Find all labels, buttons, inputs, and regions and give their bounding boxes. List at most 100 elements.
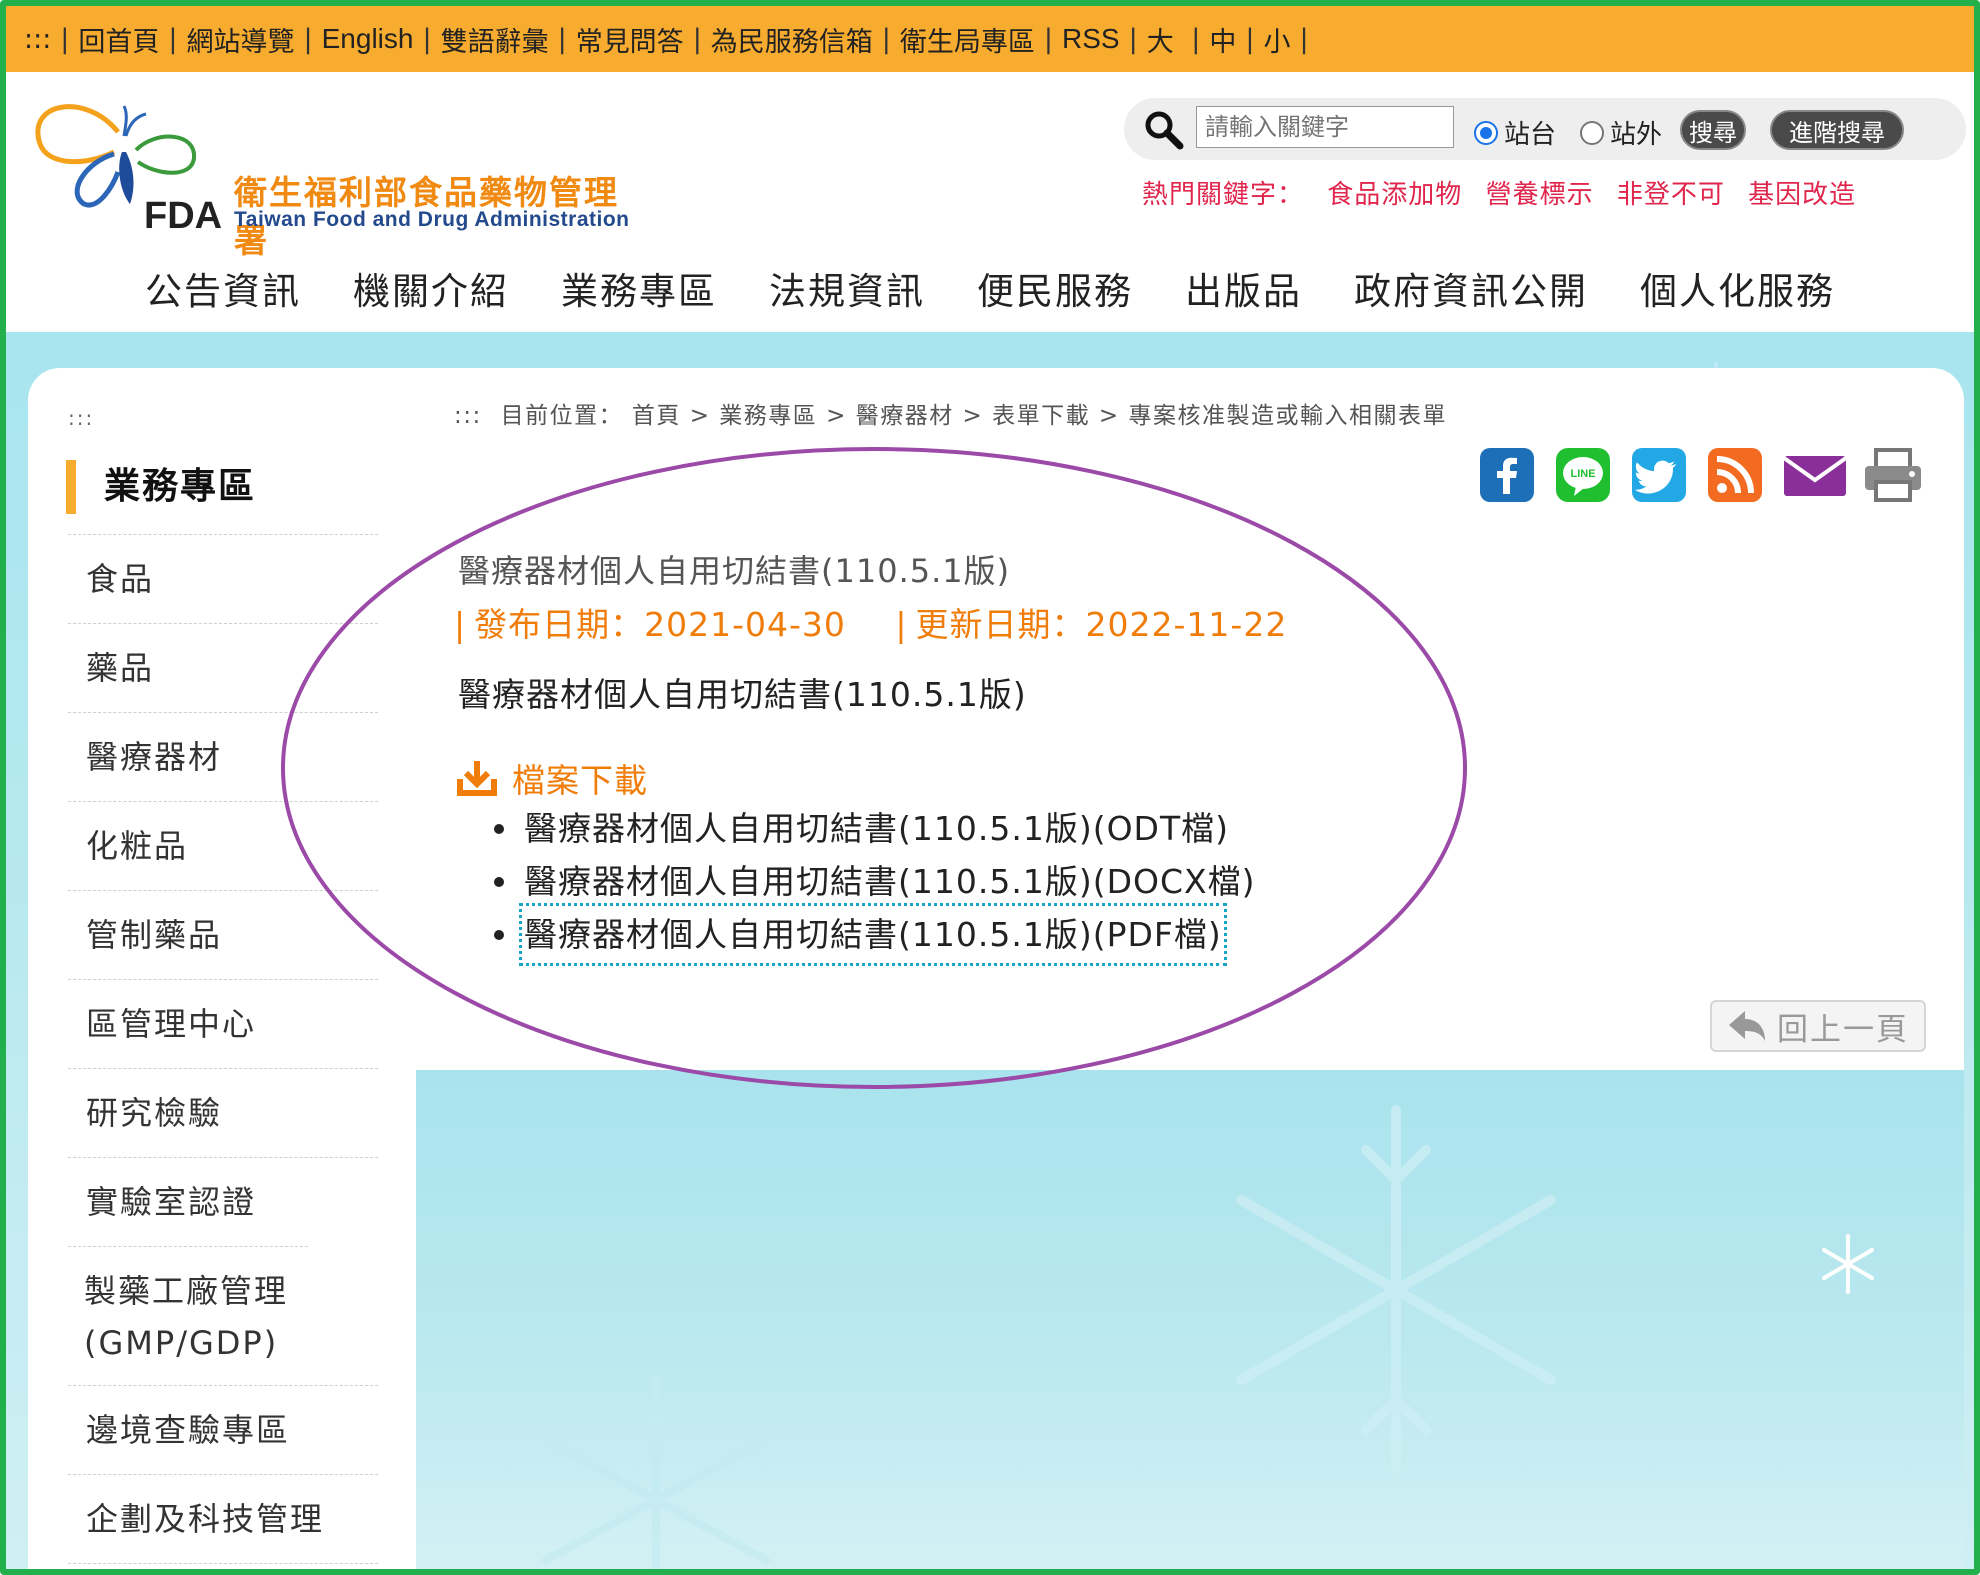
butterfly-logo-icon [35, 104, 197, 208]
sidebar-item-border-inspection[interactable]: 邊境查驗專區 [68, 1385, 378, 1474]
advanced-search-button[interactable]: 進階搜尋 [1770, 110, 1904, 150]
breadcrumb-separator: > [826, 403, 856, 429]
faq-link[interactable]: 常見問答 [576, 20, 684, 59]
rss-link[interactable]: RSS [1062, 23, 1120, 55]
nav-publications[interactable]: 出版品 [1159, 252, 1328, 332]
glossary-link[interactable]: 雙語辭彙 [441, 20, 549, 59]
sidebar-item-gmp-gdp[interactable]: 製藥工廠管理(GMP/GDP) [68, 1246, 308, 1385]
nav-gov-info[interactable]: 政府資訊公開 [1328, 252, 1614, 332]
hot-keyword-link[interactable]: 營養標示 [1486, 180, 1594, 210]
breadcrumb-home[interactable]: 首頁 [632, 403, 681, 429]
breadcrumb-forms[interactable]: 表單下載 [992, 403, 1090, 429]
sidebar-item-planning-tech[interactable]: 企劃及科技管理 [68, 1474, 378, 1563]
file-list: 醫療器材個人自用切結書(110.5.1版)(ODT檔) 醫療器材個人自用切結書(… [494, 802, 1256, 966]
nav-services[interactable]: 便民服務 [951, 252, 1159, 332]
bullet [494, 823, 504, 834]
logo-abbr: FDA [144, 195, 223, 237]
health-bureau-link[interactable]: 衛生局專區 [900, 20, 1035, 59]
file-download-heading: 檔案下載 [456, 754, 648, 802]
document-title: 醫療器材個人自用切結書(110.5.1版) [458, 552, 1011, 590]
hot-keyword-link[interactable]: 基因改造 [1748, 180, 1856, 210]
file-link-label[interactable]: 醫療器材個人自用切結書(110.5.1版)(PDF檔) [519, 903, 1227, 966]
radio-external-indicator[interactable] [1580, 120, 1604, 145]
line-icon[interactable]: LINE [1554, 446, 1612, 504]
sidebar-item-lab-accreditation[interactable]: 實驗室認證 [68, 1157, 378, 1246]
hot-keyword-link[interactable]: 非登不可 [1617, 180, 1725, 210]
print-icon[interactable] [1862, 446, 1924, 504]
breadcrumb-separator: > [962, 403, 993, 429]
breadcrumb-accesskey[interactable]: ::: [454, 403, 482, 429]
file-download-label: 檔案下載 [512, 761, 648, 800]
sidebar-item-regional-centers[interactable]: 區管理中心 [68, 979, 378, 1068]
fda-logo[interactable]: FDA 衛生福利部食品藥物管理署 Taiwan Food and Drug Ad… [26, 92, 646, 260]
back-button-label: 回上一頁 [1777, 1011, 1909, 1048]
search-panel: 站台 站外 搜尋 進階搜尋 [1124, 98, 1966, 160]
file-link-odt[interactable]: 醫療器材個人自用切結書(110.5.1版)(ODT檔) [494, 802, 1256, 855]
file-link-pdf[interactable]: 醫療器材個人自用切結書(110.5.1版)(PDF檔) [494, 903, 1256, 966]
file-link-docx[interactable]: 醫療器材個人自用切結書(110.5.1版)(DOCX檔) [494, 855, 1256, 908]
sidebar-accesskey[interactable]: ::: [68, 406, 94, 430]
english-link[interactable]: English [322, 23, 414, 55]
publish-date-label: 發布日期： [474, 605, 645, 644]
breadcrumb-business[interactable]: 業務專區 [719, 403, 817, 429]
font-large-link[interactable]: 大 [1147, 20, 1174, 59]
document-dates: | 發布日期：2021-04-30 | 更新日期：2022-11-22 [454, 598, 1287, 646]
email-icon[interactable] [1782, 446, 1848, 504]
main-navigation: 公告資訊 機關介紹 業務專區 法規資訊 便民服務 出版品 政府資訊公開 個人化服… [6, 252, 1974, 332]
sidebar-item-research[interactable]: 研究檢驗 [68, 1068, 378, 1157]
sidebar-item-food[interactable]: 食品 [68, 534, 378, 623]
breadcrumb-separator: > [1098, 403, 1129, 429]
content-lower-background [416, 1070, 1964, 1569]
sidebar-item-medical-devices[interactable]: 醫療器材 [68, 712, 378, 801]
sitemap-link[interactable]: 網站導覽 [187, 20, 295, 59]
bullet [494, 929, 504, 940]
breadcrumb-medical-devices[interactable]: 醫療器材 [856, 403, 954, 429]
font-medium-link[interactable]: 中 [1209, 20, 1236, 59]
file-link-label[interactable]: 醫療器材個人自用切結書(110.5.1版)(DOCX檔) [524, 855, 1256, 908]
sidebar-title: 業務專區 [66, 460, 256, 514]
search-button[interactable]: 搜尋 [1680, 110, 1746, 150]
document-description: 醫療器材個人自用切結書(110.5.1版) [458, 675, 1027, 714]
logo-english-name: Taiwan Food and Drug Administration [234, 208, 630, 231]
facebook-icon[interactable] [1478, 446, 1536, 504]
page-frame: ::: | 回首頁 | 網站導覽 | English | 雙語辭彙 | 常見問答 | 為民服… [0, 0, 1980, 1575]
file-link-label[interactable]: 醫療器材個人自用切結書(110.5.1版)(ODT檔) [524, 802, 1229, 855]
radio-site-label: 站台 [1504, 120, 1557, 150]
back-button[interactable]: 回上一頁 [1710, 1000, 1926, 1052]
svg-text:LINE: LINE [1570, 468, 1595, 480]
hot-keyword-link[interactable]: 食品添加物 [1327, 180, 1462, 210]
back-arrow-icon [1729, 1011, 1765, 1041]
radio-site[interactable]: 站台 [1474, 114, 1556, 151]
rss-icon[interactable] [1706, 446, 1764, 504]
radio-external-label: 站外 [1610, 120, 1663, 150]
sidebar-item-drugs[interactable]: 藥品 [68, 623, 378, 712]
nav-regulations[interactable]: 法規資訊 [743, 252, 951, 332]
search-icon[interactable] [1142, 108, 1186, 152]
breadcrumb: ::: 目前位置： 首頁 > 業務專區 > 醫療器材 > 表單下載 > 專案核准… [454, 396, 1447, 430]
nav-about[interactable]: 機關介紹 [327, 252, 535, 332]
font-small-link[interactable]: 小 [1264, 20, 1291, 59]
breadcrumb-current[interactable]: 專案核准製造或輸入相關表單 [1129, 403, 1448, 429]
bullet [494, 876, 504, 887]
snowflake-decoration-icon [542, 1376, 770, 1569]
hot-keywords-label: 熱門關鍵字： [1142, 180, 1305, 210]
sidebar-item-controlled-drugs[interactable]: 管制藥品 [68, 890, 378, 979]
sidebar-item-cosmetics[interactable]: 化粧品 [68, 801, 378, 890]
hot-keywords: 熱門關鍵字： 食品添加物 營養標示 非登不可 基因改造 [1142, 174, 1870, 211]
snowflake-small-icon [1822, 1234, 1874, 1294]
radio-site-indicator[interactable] [1474, 120, 1498, 145]
accesskey-top[interactable]: ::: [24, 24, 51, 55]
nav-personalized[interactable]: 個人化服務 [1614, 252, 1861, 332]
breadcrumb-separator: > [689, 403, 720, 429]
home-link[interactable]: 回首頁 [78, 20, 159, 59]
search-input[interactable] [1196, 106, 1454, 148]
sidebar-menu: 食品 藥品 醫療器材 化粧品 管制藥品 區管理中心 研究檢驗 實驗室認證 製藥工… [68, 534, 378, 1564]
nav-business[interactable]: 業務專區 [535, 252, 743, 332]
update-date-label: 更新日期： [915, 605, 1086, 644]
twitter-icon[interactable] [1630, 446, 1688, 504]
radio-external[interactable]: 站外 [1580, 114, 1662, 151]
breadcrumb-label: 目前位置： [500, 403, 624, 429]
nav-announcements[interactable]: 公告資訊 [119, 252, 327, 332]
date-separator: | [454, 605, 467, 644]
service-mailbox-link[interactable]: 為民服務信箱 [711, 20, 873, 59]
